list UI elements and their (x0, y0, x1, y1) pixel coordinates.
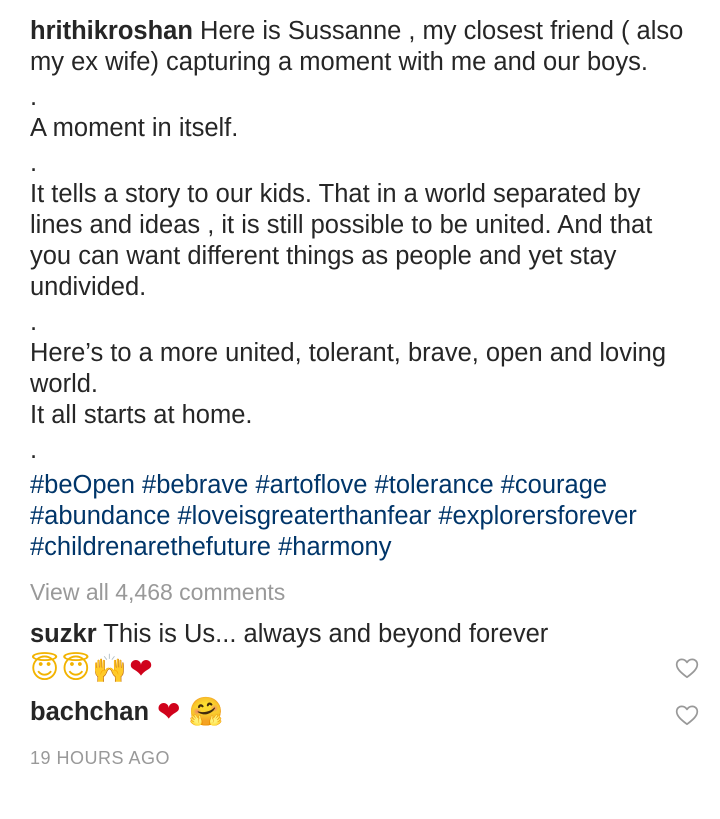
hugging-face-emoji: 🤗 (188, 695, 224, 728)
post-caption: hrithikroshan Here is Sussanne , my clos… (30, 16, 692, 563)
view-all-comments-link[interactable]: View all 4,468 comments (30, 577, 692, 607)
post-author-username[interactable]: hrithikroshan (30, 17, 193, 45)
red-heart-emoji: ❤ (157, 695, 181, 728)
hashtag[interactable]: #bebrave (142, 471, 248, 499)
post-timestamp: 19 HOURS AGO (30, 748, 171, 768)
comment-item: suzkr This is Us... always and beyond fo… (30, 619, 699, 686)
hashtag-list: #beOpen #bebrave #artoflove #tolerance #… (30, 470, 692, 563)
caption-dot-3: . (30, 308, 38, 336)
hashtag[interactable]: #explorersforever (438, 502, 636, 530)
smiling-face-with-halo-emoji: 😇 (61, 652, 91, 685)
hashtag[interactable]: #tolerance (375, 471, 494, 499)
comment-text: This is Us... always and beyond forever (103, 620, 549, 648)
hashtag[interactable]: #courage (501, 471, 607, 499)
like-comment-heart-icon[interactable] (674, 702, 700, 728)
comment-username[interactable]: suzkr (30, 620, 97, 648)
raising-hands-emoji: 🙌 (92, 652, 128, 685)
caption-text-4a: Here’s to a more united, tolerant, brave… (30, 339, 667, 398)
caption-text-3: It tells a story to our kids. That in a … (30, 180, 653, 301)
hashtag[interactable]: #childrenarethefuture (30, 533, 271, 561)
hashtag[interactable]: #loveisgreaterthanfear (177, 502, 431, 530)
caption-text-2: A moment in itself. (30, 114, 239, 142)
post-comments-panel: hrithikroshan Here is Sussanne , my clos… (0, 0, 720, 819)
caption-text-4b: It all starts at home. (30, 401, 253, 429)
hashtag[interactable]: #beOpen (30, 471, 135, 499)
hashtag[interactable]: #abundance (30, 502, 170, 530)
smiling-face-with-halo-emoji: 😇 (30, 652, 60, 685)
comment-emojis: 😇 😇 🙌 ❤ (30, 652, 632, 686)
caption-dot-1: . (30, 83, 38, 111)
hashtag[interactable]: #harmony (278, 533, 391, 561)
caption-dot-4: . (30, 436, 38, 464)
like-comment-heart-icon[interactable] (674, 655, 700, 681)
caption-dot-2: . (30, 149, 38, 177)
hashtag[interactable]: #artoflove (255, 471, 367, 499)
comment-username[interactable]: bachchan (30, 697, 149, 728)
red-heart-emoji: ❤ (129, 652, 153, 685)
comment-item: bachchan ❤ 🤗 (30, 694, 699, 730)
